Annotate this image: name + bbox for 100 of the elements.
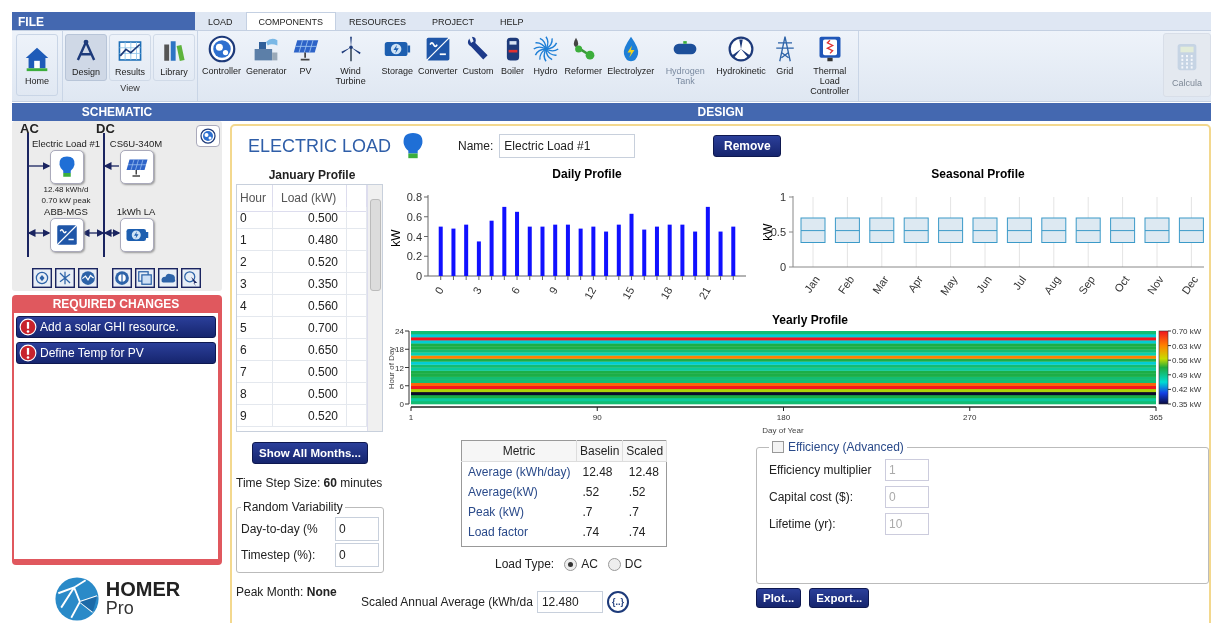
chart-title: Seasonal Profile [931, 167, 1025, 181]
component-button[interactable]: PV [289, 31, 322, 101]
tick-label: 12 [581, 284, 599, 302]
cursor-icon[interactable] [181, 268, 201, 288]
action-button[interactable]: Plot... [756, 588, 802, 608]
table-cell: 0 [237, 207, 273, 229]
sensitivity-button[interactable]: {..} [606, 591, 629, 613]
node-label: Electric Load #1 [31, 138, 101, 149]
table-cell: 0.520 [273, 405, 347, 427]
component-button[interactable]: Electrolyzer [605, 31, 657, 101]
component-button[interactable]: Converter [416, 31, 460, 101]
connector-arrow [28, 162, 51, 170]
ribbon-tab[interactable]: RESOURCES [336, 12, 420, 30]
column-header: Load (kW) [273, 185, 347, 212]
legend-label: 0.63 kW [1172, 341, 1202, 351]
column-header: Hour [237, 185, 273, 212]
cloud-icon[interactable] [158, 268, 178, 288]
view-button[interactable]: Results [109, 34, 151, 81]
box-plot [869, 217, 895, 243]
schematic-node[interactable] [120, 150, 154, 184]
node-label: CS6U-340M [109, 138, 163, 149]
chart-bar [693, 231, 698, 276]
number-field[interactable]: 12.480 [536, 591, 603, 613]
radio-button[interactable]: AC [564, 557, 598, 571]
gears-icon[interactable] [200, 128, 216, 144]
books-icon [161, 38, 187, 64]
chart-icon [117, 38, 143, 64]
required-change-button[interactable]: Add a solar GHI resource. [16, 316, 216, 338]
tick-label: 24 [395, 327, 404, 336]
chart-bar [553, 224, 558, 276]
tick-mark [1167, 403, 1172, 405]
table-cell: 8 [237, 383, 273, 405]
table-cell: 0.500 [273, 207, 347, 229]
schematic-node[interactable] [120, 218, 154, 252]
component-button[interactable]: Reformer [562, 31, 605, 101]
chart-bar [591, 226, 596, 276]
component-button[interactable]: Boiler [496, 31, 529, 101]
radio-button[interactable]: DC [607, 557, 643, 571]
number-field[interactable]: 0 [335, 517, 379, 541]
ribbon-tab[interactable]: COMPONENTS [245, 12, 337, 30]
table-cell: 0.350 [273, 273, 347, 295]
file-menu-button[interactable]: FILE [12, 12, 195, 30]
component-button[interactable]: Grid [768, 31, 801, 101]
target-icon[interactable] [32, 268, 52, 288]
ribbon-tab[interactable]: HELP [487, 12, 537, 30]
table-cell: 0.500 [273, 383, 347, 405]
tick-label: Sep [1076, 273, 1098, 297]
component-button[interactable]: Thermal Load Controller [801, 31, 858, 101]
legend-label: 0.42 kW [1172, 385, 1202, 395]
ribbon-tab[interactable]: LOAD [195, 12, 246, 30]
chart-bar [565, 224, 570, 276]
field-label: Timestep (%): [241, 548, 316, 562]
show-all-months-button[interactable]: Show All Months... [252, 442, 368, 464]
chart-bar [680, 224, 685, 276]
tick-mark [1167, 388, 1172, 390]
propeller-icon [726, 35, 755, 63]
number-field[interactable]: 0 [335, 543, 379, 567]
node-label: 1kWh LA [116, 206, 156, 217]
tick-label: 6 [508, 284, 522, 296]
tick-label: 365 [1149, 413, 1163, 422]
component-button[interactable]: Hydro [529, 31, 562, 101]
component-button[interactable]: Custom [460, 31, 496, 101]
action-button[interactable]: Export... [809, 588, 870, 608]
wave-icon[interactable] [78, 268, 98, 288]
box-plot [1075, 217, 1101, 243]
home-button[interactable]: Home [16, 34, 58, 96]
component-button[interactable]: Hydrokinetic [714, 31, 768, 101]
section-title: SCHEMATIC [80, 104, 154, 121]
ribbon-tab[interactable]: PROJECT [419, 12, 488, 30]
table-cell: 4 [237, 295, 273, 317]
schematic-node[interactable] [50, 150, 84, 184]
component-button[interactable]: Controller [200, 31, 243, 101]
view-button[interactable]: Library [153, 34, 195, 81]
table-cell: Average(kW) [461, 482, 577, 502]
component-button[interactable]: Storage [379, 31, 416, 101]
scrollbar[interactable] [367, 185, 382, 431]
legend-label: 0.49 kW [1172, 370, 1202, 380]
component-button[interactable]: Wind Turbine [322, 31, 379, 101]
wind-icon[interactable] [55, 268, 75, 288]
table-cell: Average (kWh/day) [461, 461, 577, 482]
box-plot [1041, 217, 1067, 243]
field-label: Day-to-day (% [241, 522, 318, 536]
view-button[interactable]: Design [65, 34, 107, 81]
chart-bar [667, 224, 672, 276]
tick-mark [1167, 374, 1172, 376]
tick-label: 18 [658, 284, 675, 302]
chart-bar [502, 206, 507, 276]
tick-label: 0.2 [406, 250, 422, 263]
remove-button[interactable]: Remove [713, 135, 782, 157]
tick-label: Jun [973, 273, 994, 295]
name-field[interactable]: Electric Load #1 [499, 134, 636, 158]
checkbox[interactable]: Efficiency (Advanced) [772, 440, 904, 454]
layers-icon[interactable] [135, 268, 155, 288]
table-cell: 0.560 [273, 295, 347, 317]
coin-icon[interactable] [112, 268, 132, 288]
chart-bar [578, 228, 583, 276]
component-button[interactable]: Generator [244, 31, 289, 101]
tick-label: 6 [399, 381, 404, 391]
schematic-node[interactable] [50, 218, 84, 252]
required-change-button[interactable]: Define Temp for PV [16, 342, 216, 364]
